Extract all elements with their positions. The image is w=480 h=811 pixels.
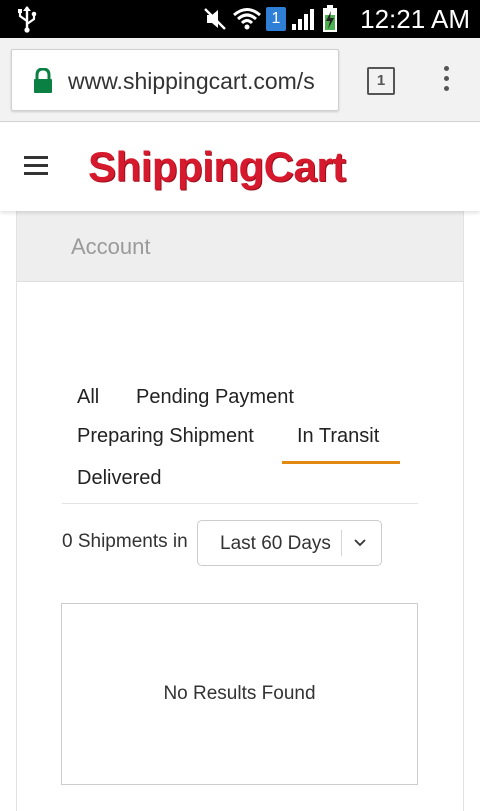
- date-range-value: Last 60 Days: [220, 533, 331, 554]
- lock-icon: [34, 68, 52, 93]
- tab-switcher-button[interactable]: 1: [367, 67, 395, 95]
- tab-delivered[interactable]: Delivered: [77, 465, 161, 491]
- signal-icon: [292, 9, 314, 30]
- status-icons: 1: [202, 5, 338, 33]
- account-header: Account: [17, 211, 463, 282]
- tab-pending-payment[interactable]: Pending Payment: [136, 384, 294, 410]
- url-text[interactable]: www.shippingcart.com/s: [68, 67, 336, 95]
- status-time: 12:21 AM: [360, 4, 470, 34]
- select-divider: [341, 530, 342, 556]
- tabs-divider: [62, 503, 418, 504]
- wifi-icon: [233, 8, 261, 30]
- account-title: Account: [71, 234, 151, 259]
- address-bar[interactable]: www.shippingcart.com/s: [11, 49, 339, 111]
- tab-preparing-shipment[interactable]: Preparing Shipment: [77, 423, 254, 449]
- tab-all[interactable]: All: [77, 384, 99, 410]
- site-logo[interactable]: ShippingCart: [88, 139, 346, 195]
- notification-badge: 1: [266, 7, 286, 31]
- browser-toolbar: www.shippingcart.com/s 1: [0, 38, 480, 122]
- mute-icon: [204, 8, 226, 30]
- battery-charging-icon: [323, 5, 337, 32]
- hamburger-menu-icon[interactable]: [24, 156, 48, 176]
- tab-in-transit[interactable]: In Transit: [297, 423, 379, 449]
- empty-results-message: No Results Found: [163, 683, 316, 704]
- usb-icon: [18, 6, 37, 33]
- results-panel: No Results Found: [61, 603, 418, 785]
- status-bar: 1 12:21 AM: [0, 0, 480, 38]
- date-range-select[interactable]: Last 60 Days: [197, 520, 382, 566]
- browser-menu-icon[interactable]: [432, 63, 460, 99]
- site-header: ShippingCart: [0, 123, 480, 211]
- chevron-down-icon: [354, 539, 366, 547]
- active-tab-indicator: [282, 461, 400, 464]
- shipment-count-label: 0 Shipments in: [62, 531, 188, 552]
